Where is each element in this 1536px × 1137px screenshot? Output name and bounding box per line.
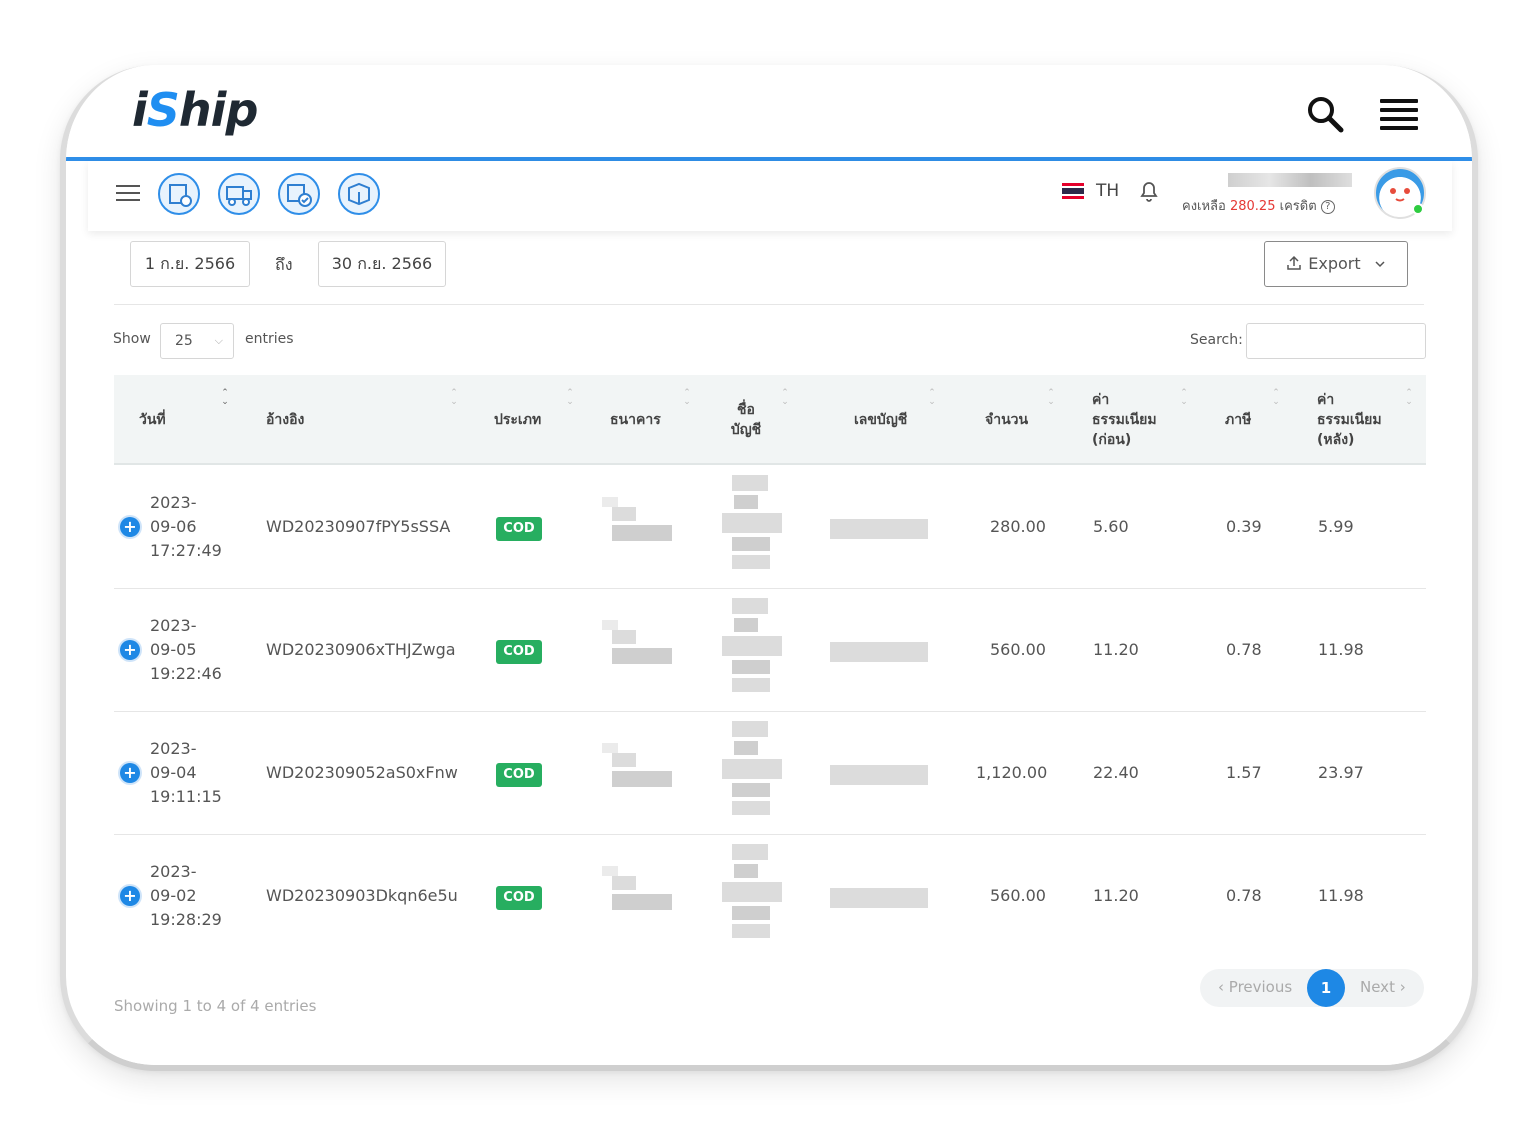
row-amount: 280.00 [990,517,1046,536]
sort-icon[interactable]: ⌃ ⌄ [565,389,575,407]
user-name-redacted [1228,173,1352,187]
account-number-redacted [830,519,928,539]
app-content: TH คงเหลือ 280.25 เครดิต ? 1 ก.ย. 2566 ถ… [88,161,1452,1065]
sort-icon[interactable]: ⌃ ⌄ [682,389,692,407]
date-from-input[interactable]: 1 ก.ย. 2566 [130,241,250,287]
delivery-truck-icon[interactable] [218,173,260,215]
column-account-number[interactable]: เลขบัญชี [854,375,934,465]
row-date: 2023- 09-02 19:28:29 [150,862,222,929]
create-shipment-icon[interactable] [158,173,200,215]
row-fee-before: 11.20 [1093,640,1139,659]
date-range-separator: ถึง [275,255,293,274]
expand-row-icon[interactable]: + [120,517,140,537]
sort-icon[interactable]: ⌃ ⌄ [220,389,230,407]
search-label: Search: [1190,332,1243,348]
row-reference: WD20230903Dkqn6e5u [266,886,458,905]
sort-icon[interactable]: ⌃ ⌄ [449,389,459,407]
sort-icon[interactable]: ⌃ ⌄ [927,389,937,407]
divider [114,304,1424,305]
parcel-transfer-icon[interactable] [338,173,380,215]
entries-label: entries [245,331,294,347]
next-page-button[interactable]: Next › [1360,978,1406,996]
row-fee-before: 22.40 [1093,763,1139,782]
row-reference: WD202309052aS0xFnw [266,763,458,782]
help-icon[interactable]: ? [1320,199,1335,214]
row-date: 2023- 09-06 17:27:49 [150,493,222,560]
row-date: 2023- 09-05 19:22:46 [150,616,222,683]
row-tax: 0.39 [1226,517,1262,536]
device-frame: iShip TH คงเหลือ 280.25 เครดิต ? 1 ก.ย. … [60,65,1478,1071]
table-row: + 2023- 09-06 17:27:49 WD20230907fPY5sSSA … [114,467,1426,589]
row-fee-after: 23.97 [1318,763,1364,782]
table-row: + 2023- 09-02 19:28:29 WD20230903Dkqn6e5u … [114,836,1426,958]
type-badge: COD [496,640,542,664]
page-size-select[interactable]: 25 ⌵ [160,323,234,359]
row-tax: 1.57 [1226,763,1262,782]
column-fee-before[interactable]: ค่า ธรรมเนียม (ก่อน) [1092,375,1172,465]
table-row: + 2023- 09-04 19:11:15 WD202309052aS0xFnw … [114,713,1426,835]
pagination: ‹ Previous 1 Next › [1200,969,1424,1007]
account-number-redacted [830,888,928,908]
sort-icon[interactable]: ⌃ ⌄ [1046,389,1056,407]
thai-flag-icon[interactable] [1062,183,1084,199]
sort-icon[interactable]: ⌃ ⌄ [1179,389,1189,407]
sidebar-toggle-icon[interactable] [116,185,140,203]
sort-icon[interactable]: ⌃ ⌄ [1271,389,1281,407]
row-fee-after: 5.99 [1318,517,1354,536]
search-icon[interactable] [1306,95,1344,133]
parcel-check-icon[interactable] [278,173,320,215]
sort-icon[interactable]: ⌃ ⌄ [780,389,790,407]
column-bank[interactable]: ธนาคาร [610,375,690,465]
row-amount: 560.00 [990,640,1046,659]
row-fee-before: 5.60 [1093,517,1129,536]
table-header: วันที่ ⌃ ⌄ อ้างอิง ⌃ ⌄ ประเภท ⌃ ⌄ ธนาคาร ⌃ ⌄… [114,375,1426,465]
row-date: 2023- 09-04 19:11:15 [150,739,222,806]
row-reference: WD20230907fPY5sSSA [266,517,451,536]
show-label: Show [113,331,151,347]
type-badge: COD [496,763,542,787]
column-type[interactable]: ประเภท [494,375,574,465]
row-fee-after: 11.98 [1318,640,1364,659]
type-badge: COD [496,886,542,910]
table-info: Showing 1 to 4 of 4 entries [114,997,317,1015]
date-to-input[interactable]: 30 ก.ย. 2566 [318,241,446,287]
account-number-redacted [830,642,928,662]
row-fee-before: 11.20 [1093,886,1139,905]
expand-row-icon[interactable]: + [120,640,140,660]
upload-icon [1287,255,1302,270]
row-tax: 0.78 [1226,886,1262,905]
bell-icon[interactable] [1138,179,1160,203]
column-date[interactable]: วันที่ [139,375,259,465]
online-status-dot [1412,203,1424,215]
column-reference[interactable]: อ้างอิง [266,375,416,465]
page-1-button[interactable]: 1 [1307,969,1345,1007]
column-tax[interactable]: ภาษี [1225,375,1275,465]
column-amount[interactable]: จำนวน [985,375,1045,465]
menu-icon[interactable] [1380,99,1418,131]
top-bar: iShip [66,65,1472,161]
row-amount: 560.00 [990,886,1046,905]
iship-logo[interactable]: iShip [132,83,258,137]
export-button[interactable]: Export [1264,241,1408,287]
table-row: + 2023- 09-05 19:22:46 WD20230906xTHJZwga … [114,590,1426,712]
row-tax: 0.78 [1226,640,1262,659]
credit-balance: คงเหลือ 280.25 เครดิต ? [1182,195,1335,216]
expand-row-icon[interactable]: + [120,763,140,783]
chevron-down-icon: ⌵ [214,334,223,347]
row-amount: 1,120.00 [976,763,1048,782]
row-fee-after: 11.98 [1318,886,1364,905]
app-header: TH คงเหลือ 280.25 เครดิต ? [88,161,1452,231]
expand-row-icon[interactable]: + [120,886,140,906]
type-badge: COD [496,517,542,541]
search-input[interactable] [1246,323,1426,359]
column-fee-after[interactable]: ค่า ธรรมเนียม (หลัง) [1317,375,1397,465]
chevron-down-icon [1375,261,1385,268]
sort-icon[interactable]: ⌃ ⌄ [1404,389,1414,407]
row-reference: WD20230906xTHJZwga [266,640,456,659]
account-number-redacted [830,765,928,785]
language-selector[interactable]: TH [1096,181,1119,201]
previous-page-button[interactable]: ‹ Previous [1218,978,1292,996]
column-account-name[interactable]: ชื่อ บัญชี [726,375,766,465]
